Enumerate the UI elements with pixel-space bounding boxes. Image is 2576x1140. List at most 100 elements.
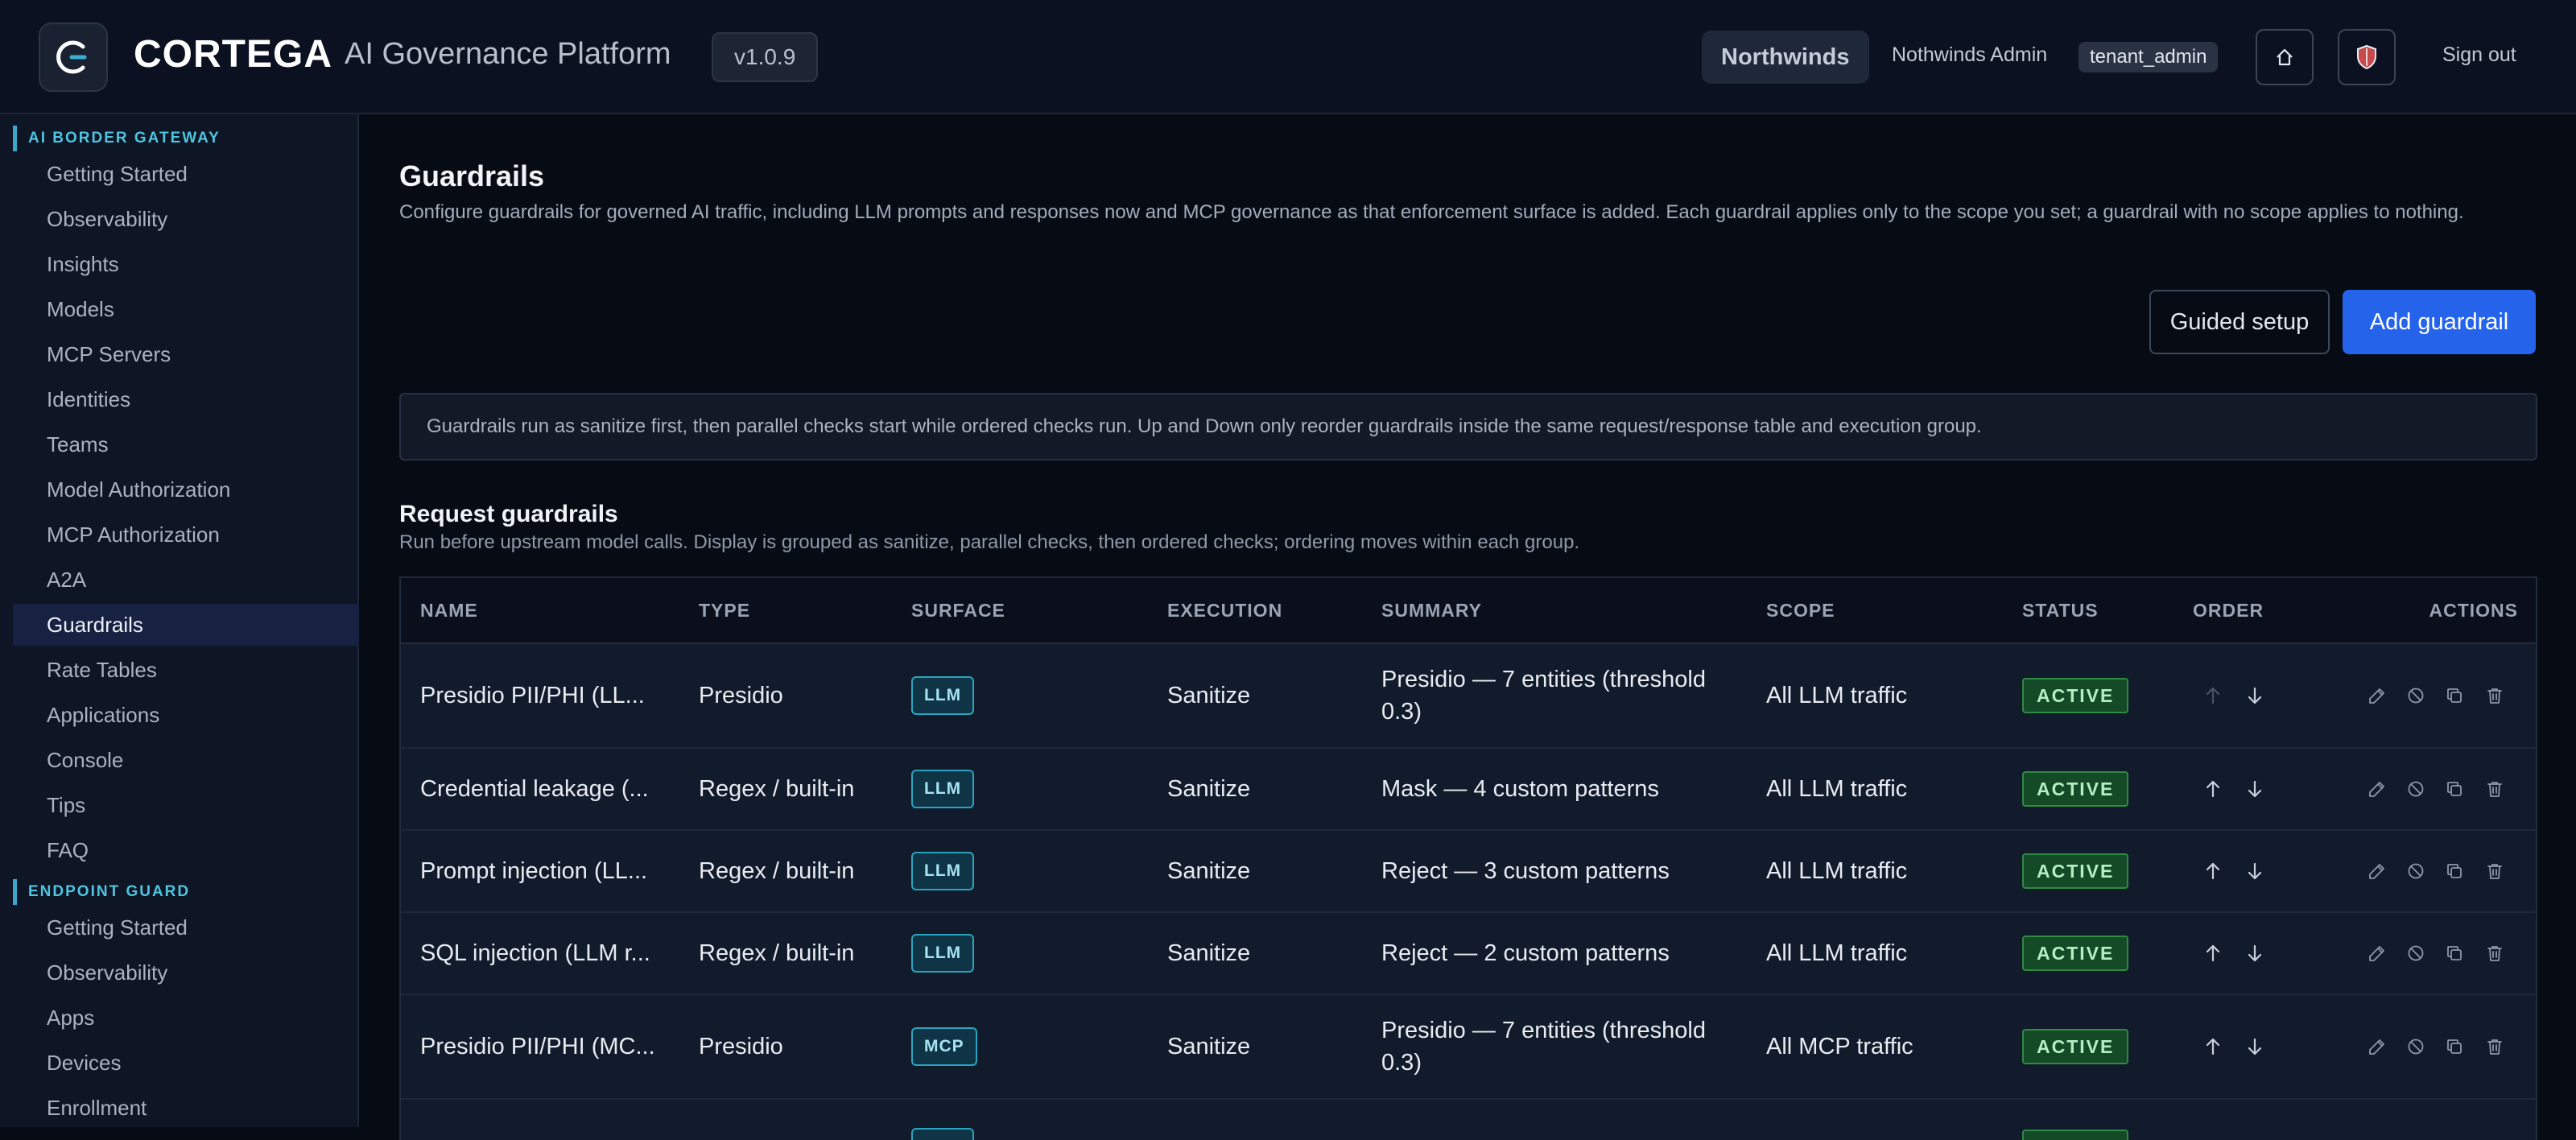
guardrail-summary: Reject — 3 custom patterns	[1381, 858, 1670, 884]
status-badge: ACTIVE	[2022, 1130, 2129, 1140]
edit-icon[interactable]	[2365, 995, 2389, 1098]
sidebar-item-applications[interactable]: Applications	[13, 694, 359, 736]
guardrail-name: Presidio PII/PHI (LL...	[420, 683, 645, 708]
guardrail-execution: Sanitize	[1167, 1034, 1251, 1059]
column-header-summary[interactable]: SUMMARY	[1381, 578, 1482, 642]
move-up-icon[interactable]	[2201, 995, 2225, 1098]
sidebar-item-endpoint-enrollment[interactable]: Enrollment	[13, 1087, 359, 1129]
sidebar-item-endpoint-getting-started[interactable]: Getting Started	[13, 907, 359, 948]
sidebar-item-rate-tables[interactable]: Rate Tables	[13, 649, 359, 691]
edit-icon[interactable]	[2365, 749, 2389, 829]
sidebar-item-endpoint-observability[interactable]: Observability	[13, 952, 359, 993]
table-row[interactable]: Prompt injection (LL... Regex / built-in L…	[401, 831, 2536, 913]
sidebar-item-tips[interactable]: Tips	[13, 784, 359, 826]
move-down-icon[interactable]	[2243, 831, 2267, 911]
column-header-type[interactable]: TYPE	[699, 578, 750, 642]
column-header-surface[interactable]: SURFACE	[911, 578, 1005, 642]
table-row[interactable]: Credential leakage (... Regex / built-in L…	[401, 749, 2536, 831]
delete-icon[interactable]	[2483, 644, 2507, 747]
edit-icon[interactable]	[2365, 831, 2389, 911]
sidebar-item-endpoint-devices[interactable]: Devices	[13, 1042, 359, 1084]
disable-icon[interactable]	[2404, 913, 2428, 993]
surface-badge: LLM	[911, 852, 975, 890]
duplicate-icon[interactable]	[2442, 831, 2467, 911]
delete-icon[interactable]	[2483, 749, 2507, 829]
table-row[interactable]: LLM ACTIVE	[401, 1100, 2536, 1140]
delete-icon[interactable]	[2483, 913, 2507, 993]
duplicate-icon[interactable]	[2442, 913, 2467, 993]
status-cell: ACTIVE	[2022, 1100, 2129, 1140]
sign-out-link[interactable]: Sign out	[2442, 43, 2516, 67]
main-content: Guardrails Configure guardrails for gove…	[359, 114, 2576, 1140]
duplicate-icon[interactable]	[2442, 995, 2467, 1098]
edit-icon[interactable]	[2365, 913, 2389, 993]
delete-icon[interactable]	[2483, 831, 2507, 911]
guardrail-name: SQL injection (LLM r...	[420, 940, 650, 966]
table-row[interactable]: Presidio PII/PHI (LL... Presidio LLM Saniti…	[401, 644, 2536, 749]
sidebar-item-mcp-servers[interactable]: MCP Servers	[13, 333, 359, 375]
disable-icon[interactable]	[2404, 995, 2428, 1098]
sidebar-item-console[interactable]: Console	[13, 739, 359, 781]
duplicate-icon[interactable]	[2442, 644, 2467, 747]
sidebar-item-a2a[interactable]: A2A	[13, 559, 359, 601]
sidebar-item-models[interactable]: Models	[13, 288, 359, 330]
column-header-status[interactable]: STATUS	[2022, 578, 2099, 642]
guardrail-type: Regex / built-in	[699, 940, 855, 966]
move-up-icon[interactable]	[2201, 749, 2225, 829]
sidebar-item-identities[interactable]: Identities	[13, 378, 359, 420]
sidebar-item-endpoint-apps[interactable]: Apps	[13, 997, 359, 1039]
sidebar-item-faq[interactable]: FAQ	[13, 829, 359, 871]
move-up-icon[interactable]	[2201, 913, 2225, 993]
sidebar-item-model-authorization[interactable]: Model Authorization	[13, 469, 359, 510]
sidebar-item-observability[interactable]: Observability	[13, 198, 359, 240]
move-down-icon[interactable]	[2243, 749, 2267, 829]
request-guardrails-table: NAME TYPE SURFACE EXECUTION SUMMARY SCOP…	[399, 576, 2537, 1140]
guardrail-summary: Presidio — 7 entities (threshold 0.3)	[1381, 667, 1706, 725]
brand-name: CORTEGA	[134, 33, 332, 76]
delete-icon[interactable]	[2483, 995, 2507, 1098]
duplicate-icon[interactable]	[2442, 749, 2467, 829]
cortega-logo-icon[interactable]	[39, 23, 108, 92]
sidebar-item-getting-started[interactable]: Getting Started	[13, 153, 359, 195]
surface-badge: LLM	[911, 676, 975, 715]
column-header-execution[interactable]: EXECUTION	[1167, 578, 1282, 642]
guardrail-execution: Sanitize	[1167, 683, 1251, 708]
column-header-name[interactable]: NAME	[420, 578, 478, 642]
guardrail-type: Regex / built-in	[699, 776, 855, 802]
disable-icon[interactable]	[2404, 644, 2428, 747]
column-header-scope[interactable]: SCOPE	[1766, 578, 1835, 642]
surface-badge: LLM	[911, 934, 975, 973]
add-guardrail-button[interactable]: Add guardrail	[2343, 290, 2536, 354]
table-row[interactable]: Presidio PII/PHI (MC... Presidio MCP Saniti…	[401, 995, 2536, 1100]
surface-cell: LLM	[911, 831, 975, 911]
table-row[interactable]: SQL injection (LLM r... Regex / built-in L…	[401, 913, 2536, 995]
sidebar-item-guardrails[interactable]: Guardrails	[13, 604, 359, 646]
guardrail-scope: All LLM traffic	[1766, 776, 1908, 802]
move-down-icon[interactable]	[2243, 644, 2267, 747]
home-button[interactable]	[2256, 29, 2314, 85]
move-up-icon[interactable]	[2201, 831, 2225, 911]
sidebar-item-mcp-authorization[interactable]: MCP Authorization	[13, 514, 359, 556]
status-cell: ACTIVE	[2022, 749, 2129, 829]
status-cell: ACTIVE	[2022, 913, 2129, 993]
guided-setup-button[interactable]: Guided setup	[2149, 290, 2330, 354]
status-badge: ACTIVE	[2022, 936, 2129, 971]
sidebar: AI BORDER GATEWAY ENDPOINT GUARD Getting…	[0, 114, 359, 1127]
disable-icon[interactable]	[2404, 831, 2428, 911]
guardrail-summary: Mask — 4 custom patterns	[1381, 776, 1659, 802]
surface-badge: LLM	[911, 770, 975, 808]
tenant-selector[interactable]: Northwinds	[1702, 31, 1869, 84]
surface-badge: MCP	[911, 1027, 977, 1066]
edit-icon[interactable]	[2365, 644, 2389, 747]
guardrail-type: Regex / built-in	[699, 858, 855, 884]
move-down-icon[interactable]	[2243, 995, 2267, 1098]
guardrail-summary: Reject — 2 custom patterns	[1381, 940, 1670, 966]
security-button[interactable]	[2338, 29, 2396, 85]
version-badge: v1.0.9	[712, 32, 819, 82]
column-header-order: ORDER	[2193, 599, 2264, 621]
sidebar-item-insights[interactable]: Insights	[13, 243, 359, 285]
disable-icon[interactable]	[2404, 749, 2428, 829]
move-down-icon[interactable]	[2243, 913, 2267, 993]
guardrail-scope: All LLM traffic	[1766, 940, 1908, 966]
sidebar-item-teams[interactable]: Teams	[13, 423, 359, 465]
